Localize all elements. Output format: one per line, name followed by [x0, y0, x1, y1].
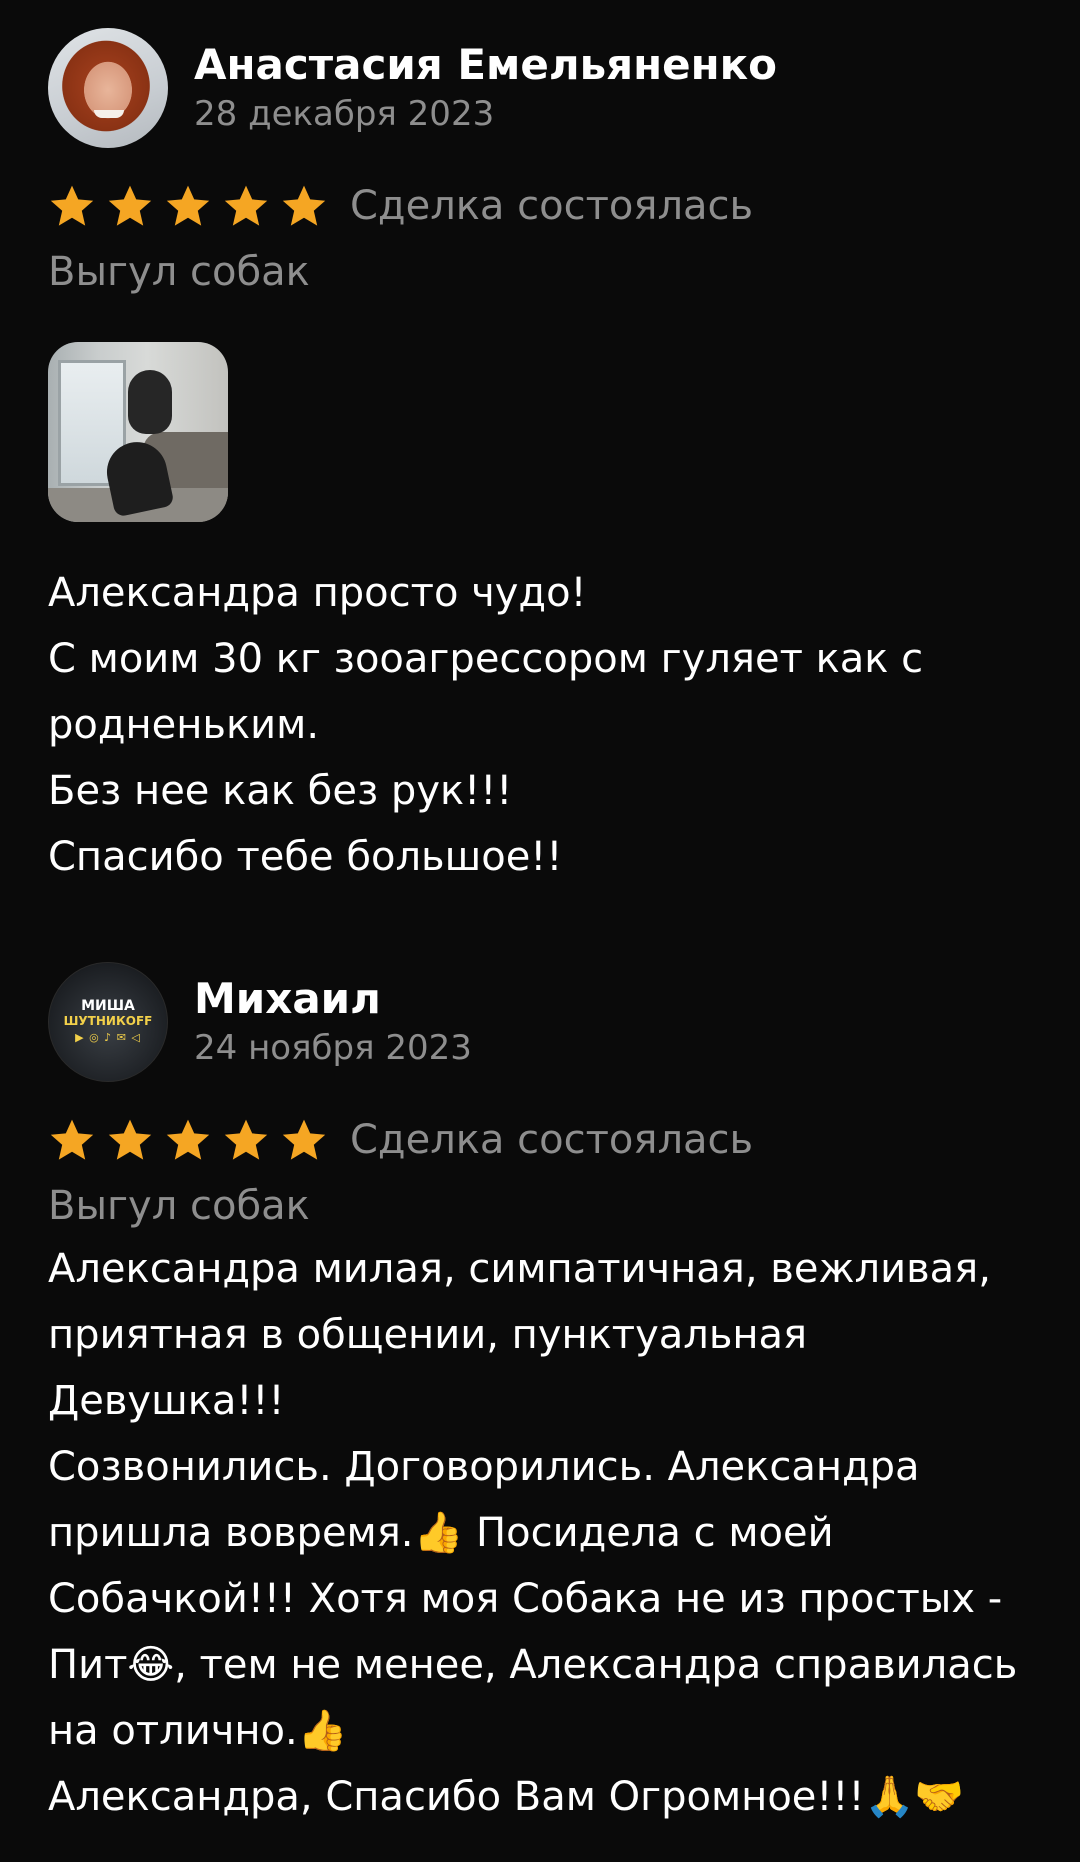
star-icon	[222, 1116, 270, 1164]
review-date: 28 декабря 2023	[194, 94, 495, 134]
star-icon	[222, 182, 270, 230]
star-rating	[48, 1116, 338, 1164]
star-icon	[106, 182, 154, 230]
deal-status: Сделка состоялась	[350, 1117, 754, 1163]
star-icon	[164, 1116, 212, 1164]
service-category: Выгул собак	[48, 1183, 310, 1229]
avatar-logo-text: МИША	[81, 998, 135, 1014]
review-header: МИША ШУТНИКОFF ▶ ◎ ♪ ✉ ◁ Михаил 24 ноябр…	[48, 962, 1038, 1082]
review-date: 24 ноября 2023	[194, 1028, 472, 1068]
deal-status: Сделка состоялась	[350, 183, 754, 229]
review-text: Александра просто чудо! С моим 30 кг зоо…	[48, 570, 924, 880]
rating-row: Сделка состоялась	[48, 1104, 1038, 1176]
avatar-logo-text: ШУТНИКОFF	[63, 1014, 153, 1028]
author-avatar[interactable]	[48, 28, 168, 148]
star-icon	[280, 1116, 328, 1164]
review-header: Анастасия Емельяненко 28 декабря 2023	[48, 28, 1038, 148]
author-info: Анастасия Емельяненко 28 декабря 2023	[194, 39, 777, 137]
star-icon	[48, 1116, 96, 1164]
author-avatar[interactable]: МИША ШУТНИКОFF ▶ ◎ ♪ ✉ ◁	[48, 962, 168, 1082]
rating-row: Сделка состоялась	[48, 170, 1038, 242]
review-card: МИША ШУТНИКОFF ▶ ◎ ♪ ✉ ◁ Михаил 24 ноябр…	[48, 962, 1038, 1830]
author-info: Михаил 24 ноября 2023	[194, 973, 472, 1071]
star-rating	[48, 182, 338, 230]
author-name[interactable]: Михаил	[194, 973, 472, 1025]
review-text: Александра милая, симпатичная, вежливая,…	[48, 1246, 1018, 1820]
star-icon	[48, 182, 96, 230]
service-category: Выгул собак	[48, 249, 310, 295]
social-icons: ▶ ◎ ♪ ✉ ◁	[75, 1031, 141, 1044]
star-icon	[280, 182, 328, 230]
review-photo-thumbnail[interactable]	[48, 342, 228, 522]
star-icon	[164, 182, 212, 230]
author-name[interactable]: Анастасия Емельяненко	[194, 39, 777, 91]
review-card: Анастасия Емельяненко 28 декабря 2023 Сд…	[48, 28, 1038, 890]
star-icon	[106, 1116, 154, 1164]
